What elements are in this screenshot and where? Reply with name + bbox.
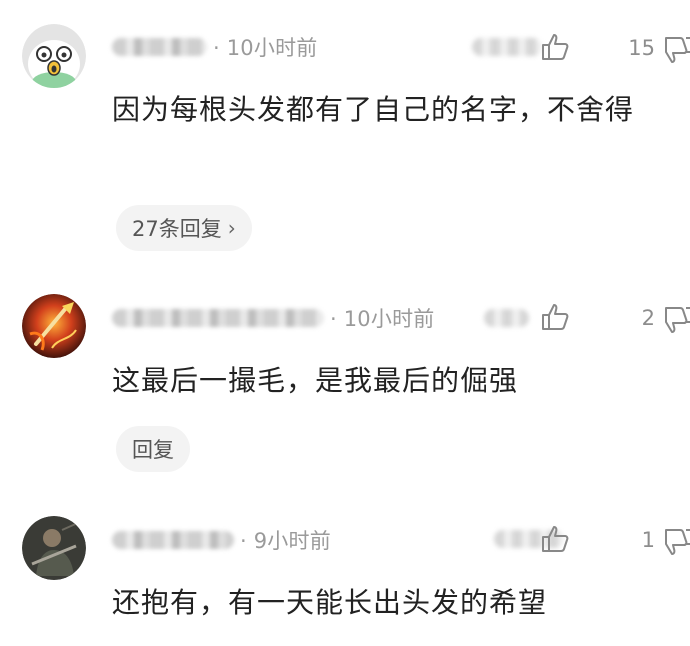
like-count: 1 <box>641 528 655 552</box>
comment-text: 还抱有，有一天能长出头发的希望 <box>112 586 548 619</box>
username-redacted[interactable] <box>112 309 324 327</box>
like-count: 2 <box>641 306 655 330</box>
comment-time: · 10小时前 <box>213 36 318 60</box>
avatar[interactable] <box>22 294 86 358</box>
chevron-right-icon: › <box>227 216 236 240</box>
username-redacted[interactable] <box>112 531 234 549</box>
comment-meta: · 10小时前 <box>112 303 434 333</box>
avatar[interactable] <box>22 516 86 580</box>
dark-figure-icon <box>22 516 86 580</box>
comment-meta: · 9小时前 <box>112 525 331 555</box>
comment-text: 因为每根头发都有了自己的名字，不舍得 <box>112 93 635 126</box>
redacted-label <box>484 309 529 327</box>
comment-meta: · 10小时前 <box>112 32 317 62</box>
comment-text: 这最后一撮毛，是我最后的倔强 <box>112 364 519 397</box>
thumbs-up-icon[interactable] <box>540 32 570 62</box>
cartoon-face-icon <box>22 24 86 88</box>
comment-time: · 10小时前 <box>330 307 435 331</box>
reply-count-label: 27条回复 <box>132 217 222 241</box>
fire-sword-icon <box>22 294 86 358</box>
thumbs-down-icon[interactable] <box>664 526 690 556</box>
reply-button[interactable]: 回复 <box>116 426 190 472</box>
thumbs-up-icon[interactable] <box>540 302 570 332</box>
redacted-label <box>472 38 542 56</box>
avatar[interactable] <box>22 24 86 88</box>
thumbs-down-icon[interactable] <box>664 34 690 64</box>
thumbs-down-icon[interactable] <box>664 304 690 334</box>
reply-count-button[interactable]: 27条回复 › <box>116 205 252 251</box>
like-count: 15 <box>628 36 655 60</box>
comment-time: · 9小时前 <box>240 529 331 553</box>
username-redacted[interactable] <box>112 38 207 56</box>
reply-label: 回复 <box>132 438 174 462</box>
thumbs-up-icon[interactable] <box>540 524 570 554</box>
